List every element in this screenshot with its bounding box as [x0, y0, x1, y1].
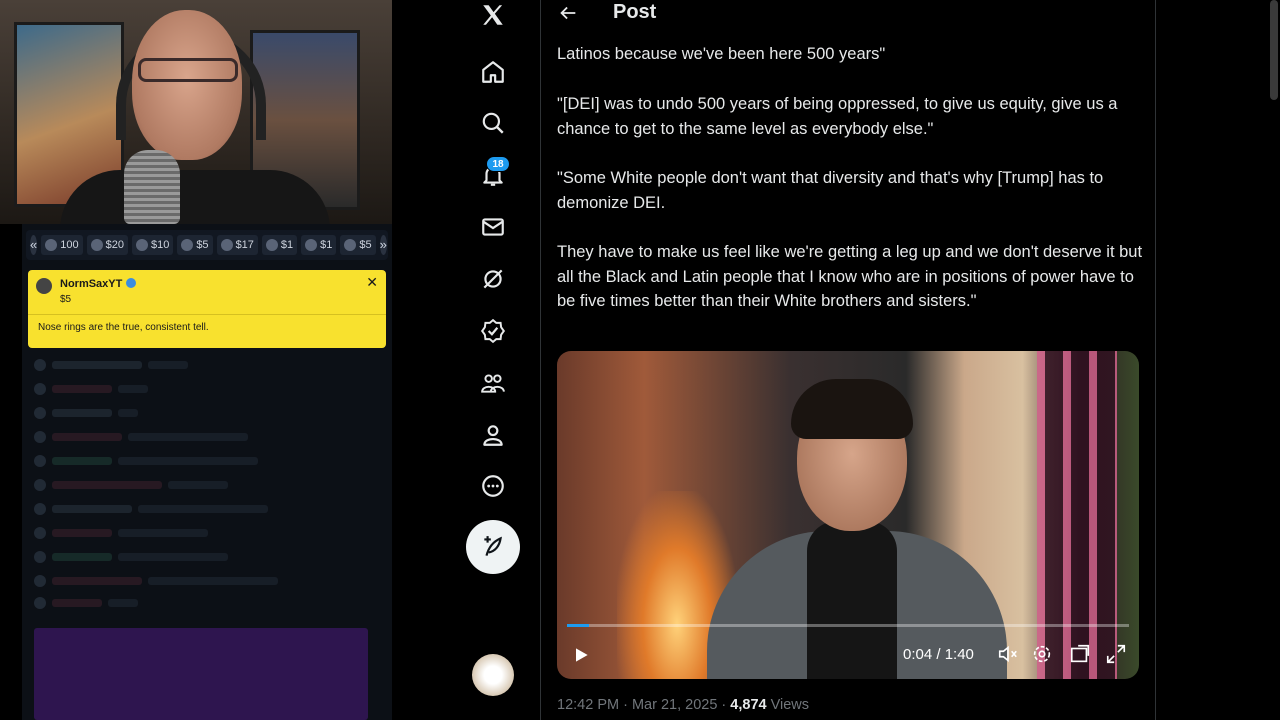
video-background-stripes: [1037, 351, 1117, 679]
tipper-avatar: [45, 239, 58, 251]
video-progress-fill: [567, 624, 590, 627]
post-header: Post: [541, 0, 1155, 28]
chat-line-blurred: [34, 359, 188, 371]
grok-icon[interactable]: [478, 264, 508, 294]
post-detail-column: Post Latinos because we've been here 500…: [540, 0, 1156, 720]
tip-chip[interactable]: $10: [131, 235, 174, 255]
tip-chip[interactable]: $20: [86, 235, 128, 255]
chat-line-blurred: [34, 431, 248, 443]
views-label: Views: [766, 697, 810, 713]
superchat-amount: $5: [60, 294, 72, 305]
tipper-avatar: [305, 239, 318, 251]
profile-icon[interactable]: [478, 420, 508, 450]
compose-post-button[interactable]: [466, 520, 520, 574]
tip-chip[interactable]: $1: [261, 235, 298, 255]
post-text-paragraph: "Some White people don't want that diver…: [557, 169, 1104, 212]
mute-icon[interactable]: [997, 643, 1019, 665]
home-icon[interactable]: [478, 57, 508, 87]
feather-plus-icon: [484, 536, 502, 556]
streamer-face: [132, 10, 242, 160]
communities-icon[interactable]: [478, 368, 508, 398]
page-title: Post: [613, 1, 657, 23]
fullscreen-icon[interactable]: [1105, 643, 1127, 665]
right-pane: [1156, 0, 1280, 720]
chat-line-blurred: [34, 383, 148, 395]
post-text-paragraph: Latinos because we've been here 500 year…: [557, 45, 886, 63]
video-progress-bar[interactable]: [567, 624, 1129, 627]
notification-count-badge: 18: [486, 156, 510, 172]
play-icon[interactable]: [571, 645, 591, 665]
tip-chip[interactable]: 100: [41, 235, 83, 255]
superchat-divider: [28, 314, 386, 315]
tip-bar: « 100 $20 $10 $5 $17 $1 $1 $5 »: [26, 230, 388, 260]
search-icon[interactable]: [478, 108, 508, 138]
x-logo-icon[interactable]: [478, 0, 508, 30]
more-icon[interactable]: [478, 471, 508, 501]
tip-chip[interactable]: $5: [340, 235, 376, 255]
tip-prev-button[interactable]: «: [30, 235, 38, 255]
streamer-shirt: [60, 170, 330, 224]
superchat-username: NormSaxYT: [60, 278, 137, 290]
tip-chip[interactable]: $1: [301, 235, 337, 255]
tipper-avatar: [181, 239, 194, 251]
superchat-message: Nose rings are the true, consistent tell…: [38, 322, 209, 333]
tipper-avatar: [220, 239, 233, 251]
chat-line-blurred: [34, 551, 228, 563]
chat-line-blurred: [34, 503, 268, 515]
microphone: [124, 150, 180, 224]
chat-line-blurred: [34, 575, 278, 587]
tip-chip[interactable]: $5: [177, 235, 213, 255]
superchat-card: NormSaxYT $5 ✕ Nose rings are the true, …: [28, 270, 386, 348]
back-arrow-icon[interactable]: [557, 2, 579, 24]
chat-line-blurred: [34, 455, 258, 467]
page-scrollbar[interactable]: [1270, 0, 1278, 100]
video-player[interactable]: 0:04 / 1:40: [557, 351, 1139, 679]
post-meta: 12:42 PM · Mar 21, 2025 · 4,874 Views: [557, 697, 809, 713]
views-count: 4,874: [730, 697, 767, 713]
chat-line-blurred: [34, 527, 208, 539]
settings-gear-icon[interactable]: [1031, 643, 1053, 665]
chat-line-blurred: [34, 407, 138, 419]
highlighted-chat-message: [34, 628, 368, 720]
chat-line-blurred: [34, 479, 228, 491]
x-sidebar-nav: 18: [392, 0, 540, 720]
tipper-avatar: [135, 239, 148, 251]
account-avatar[interactable]: [472, 654, 514, 696]
post-text-paragraph: They have to make us feel like we're get…: [557, 243, 1143, 310]
webcam-feed: [0, 0, 392, 224]
tip-chip[interactable]: $17: [216, 235, 258, 255]
chat-line-blurred: [34, 597, 138, 609]
tip-next-button[interactable]: »: [379, 235, 387, 255]
verified-badge-icon: [126, 278, 137, 288]
picture-in-picture-icon[interactable]: [1069, 643, 1091, 665]
video-speaker: [707, 371, 1007, 679]
post-text-paragraph: "[DEI] was to undo 500 years of being op…: [557, 95, 1118, 138]
post-timestamp[interactable]: 12:42 PM · Mar 21, 2025 ·: [557, 697, 730, 713]
stream-chat-panel: « 100 $20 $10 $5 $17 $1 $1 $5 » NormSaxY…: [22, 224, 392, 720]
tipper-avatar: [90, 239, 103, 251]
verified-icon[interactable]: [478, 316, 508, 346]
close-icon[interactable]: ✕: [366, 274, 378, 291]
glasses: [138, 58, 238, 82]
tipper-avatar: [344, 239, 357, 251]
mail-icon[interactable]: [478, 212, 508, 242]
superchat-avatar: [36, 278, 52, 294]
video-time: 0:04 / 1:40: [903, 646, 974, 663]
tipper-avatar: [265, 239, 278, 251]
